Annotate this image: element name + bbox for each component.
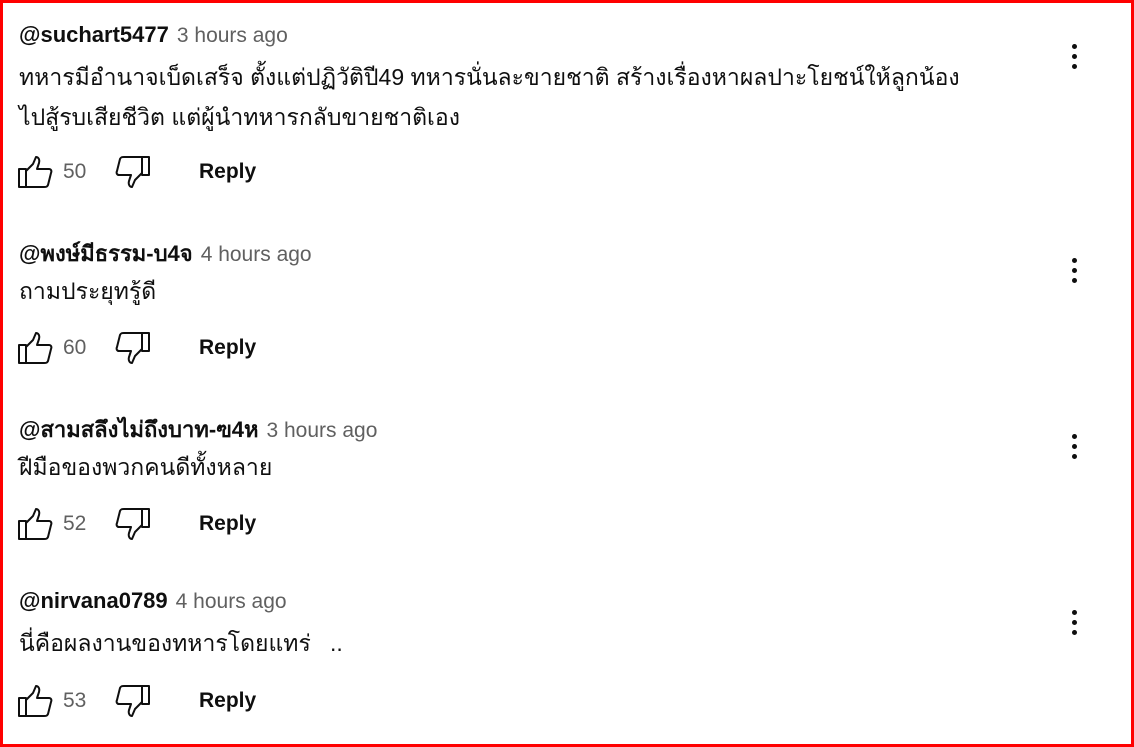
comment-menu-button[interactable] <box>1059 426 1089 466</box>
comment-timestamp[interactable]: 3 hours ago <box>177 24 288 48</box>
dislike-button[interactable] <box>113 504 153 544</box>
more-vertical-icon <box>1071 433 1077 439</box>
comment-timestamp[interactable]: 4 hours ago <box>201 243 312 267</box>
comment-actions: 50 Reply <box>15 152 256 192</box>
reply-button[interactable]: Reply <box>199 512 256 536</box>
like-count: 52 <box>63 512 87 535</box>
comment-actions: 53 Reply <box>15 681 256 721</box>
comment-menu-button[interactable] <box>1059 250 1089 290</box>
comment-header: @สามสลึงไม่ถึงบาท-ฃ4ห 3 hours ago <box>19 412 377 442</box>
like-button[interactable] <box>15 504 55 544</box>
thumbs-down-icon <box>115 685 150 717</box>
comment-thread: @nirvana0789 4 hours ago นี่คือผลงานของท… <box>18 588 1119 728</box>
reply-button[interactable]: Reply <box>199 689 256 713</box>
comment-timestamp[interactable]: 4 hours ago <box>176 590 287 614</box>
thumbs-down-icon <box>115 156 150 188</box>
thumbs-up-icon <box>18 156 53 188</box>
comment-text: ฝีมือของพวกคนดีทั้งหลาย <box>19 454 273 480</box>
thumbs-down-icon <box>115 332 150 364</box>
dislike-button[interactable] <box>113 152 153 192</box>
more-vertical-icon <box>1071 43 1077 49</box>
thumbs-up-icon <box>18 332 53 364</box>
comment-timestamp[interactable]: 3 hours ago <box>266 419 377 443</box>
comment-author[interactable]: @สามสลึงไม่ถึงบาท-ฃ4ห <box>19 412 258 447</box>
comment-header: @nirvana0789 4 hours ago <box>19 588 287 618</box>
more-vertical-icon <box>1071 257 1077 263</box>
more-vertical-icon <box>1071 609 1077 615</box>
thumbs-up-icon <box>18 508 53 540</box>
like-button[interactable] <box>15 328 55 368</box>
comment-header: @suchart5477 3 hours ago <box>19 22 288 52</box>
reply-button[interactable]: Reply <box>199 160 256 184</box>
comment-thread: @สามสลึงไม่ถึงบาท-ฃ4ห 3 hours ago ฝีมือข… <box>18 412 1119 552</box>
like-button[interactable] <box>15 681 55 721</box>
comment-author[interactable]: @พงษ์มีธรรม-บ4จ <box>19 236 193 271</box>
comment-thread: @พงษ์มีธรรม-บ4จ 4 hours ago ถามประยุทรู้… <box>18 236 1119 376</box>
comment-menu-button[interactable] <box>1059 602 1089 642</box>
comment-actions: 52 Reply <box>15 504 256 544</box>
comment-author[interactable]: @nirvana0789 <box>19 588 168 614</box>
dislike-button[interactable] <box>113 328 153 368</box>
reply-button[interactable]: Reply <box>199 336 256 360</box>
comment-thread: @suchart5477 3 hours ago ทหารมีอำนาจเบ็ด… <box>18 22 1119 197</box>
comment-author[interactable]: @suchart5477 <box>19 22 169 48</box>
thumbs-down-icon <box>115 508 150 540</box>
like-count: 50 <box>63 160 87 183</box>
comment-menu-button[interactable] <box>1059 36 1089 76</box>
like-count: 53 <box>63 689 87 712</box>
comment-text: นี่คือผลงานของทหารโดยแทร่ .. <box>19 630 343 656</box>
like-button[interactable] <box>15 152 55 192</box>
comment-text: ถามประยุทรู้ดี <box>19 278 157 304</box>
comment-text: ทหารมีอำนาจเบ็ดเสร็จ ตั้งแต่ปฏิวัติปี49 … <box>19 64 960 130</box>
comment-actions: 60 Reply <box>15 328 256 368</box>
like-count: 60 <box>63 336 87 359</box>
dislike-button[interactable] <box>113 681 153 721</box>
comment-header: @พงษ์มีธรรม-บ4จ 4 hours ago <box>19 236 312 266</box>
thumbs-up-icon <box>18 685 53 717</box>
